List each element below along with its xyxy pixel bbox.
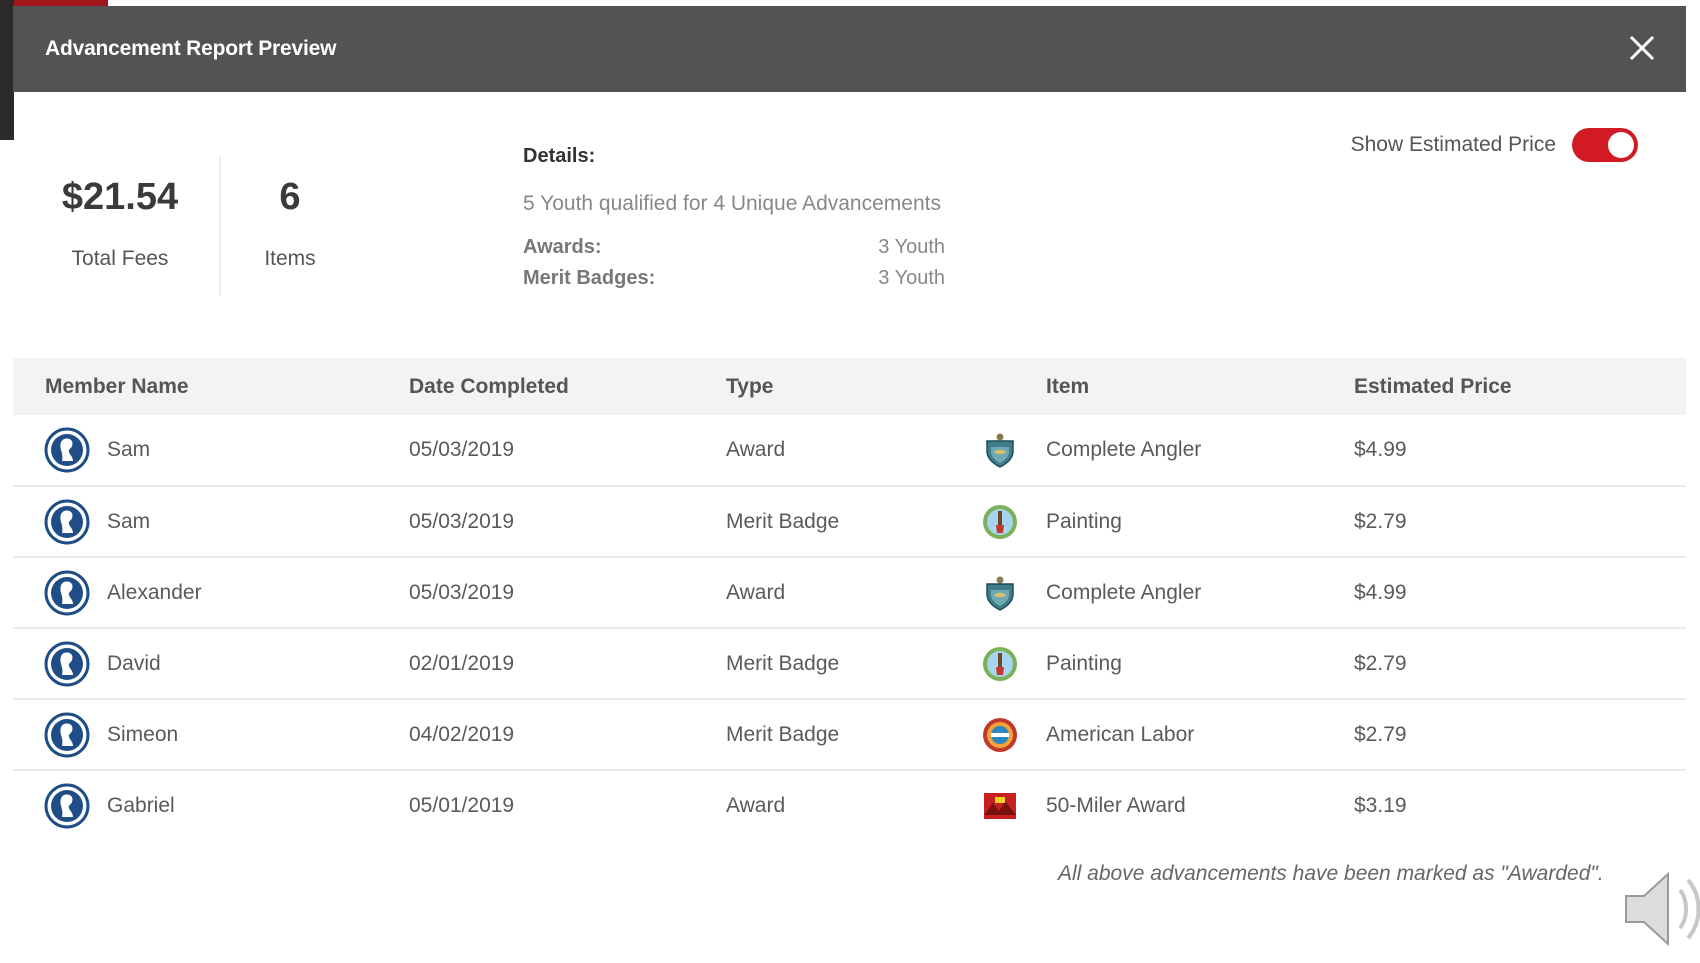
member-cell: Sam bbox=[13, 499, 409, 545]
estimated-price: $4.99 bbox=[1354, 438, 1407, 461]
member-cell: Sam bbox=[13, 427, 409, 473]
member-avatar-icon bbox=[44, 499, 90, 545]
advancement-table: Member Name Date Completed Type Item Est… bbox=[13, 358, 1686, 841]
member-cell: Alexander bbox=[13, 570, 409, 616]
advancement-type: Merit Badge bbox=[726, 651, 840, 675]
estimated-price: $3.19 bbox=[1354, 794, 1407, 817]
estimated-price: $4.99 bbox=[1354, 580, 1407, 604]
items-label: Items bbox=[264, 247, 316, 270]
col-header-estimated-price: Estimated Price bbox=[1354, 374, 1512, 398]
advancement-type: Merit Badge bbox=[726, 509, 840, 533]
date-completed: 02/01/2019 bbox=[409, 651, 515, 675]
items-stat: 6 Items bbox=[240, 176, 340, 271]
total-fees-label: Total Fees bbox=[71, 247, 169, 270]
details-row-label: Merit Badges: bbox=[523, 267, 656, 289]
item-name: 50-Miler Award bbox=[1046, 794, 1186, 817]
modal-title: Advancement Report Preview bbox=[45, 37, 337, 60]
stat-divider bbox=[219, 156, 221, 296]
american-labor-badge-icon bbox=[981, 716, 1019, 754]
item-cell: Painting bbox=[969, 645, 1354, 683]
show-estimated-price-label: Show Estimated Price bbox=[1350, 133, 1556, 156]
member-avatar-icon bbox=[44, 427, 90, 473]
modal-header: Advancement Report Preview bbox=[13, 6, 1686, 92]
member-name: Sam bbox=[107, 509, 151, 533]
member-name: Alexander bbox=[107, 580, 202, 604]
item-cell: 50-Miler Award bbox=[969, 787, 1354, 825]
details-panel: Details: 5 Youth qualified for 4 Unique … bbox=[523, 145, 945, 290]
details-row-value: 3 Youth bbox=[878, 267, 945, 289]
close-icon bbox=[1629, 35, 1655, 61]
toggle-knob bbox=[1608, 132, 1634, 158]
member-avatar-icon bbox=[44, 712, 90, 758]
total-fees-value: $21.54 bbox=[61, 176, 179, 218]
award-shield-icon bbox=[981, 431, 1019, 469]
date-completed: 05/01/2019 bbox=[409, 794, 515, 817]
table-row: Simeon 04/02/2019 Merit Badge American L… bbox=[13, 699, 1686, 770]
item-cell: American Labor bbox=[969, 716, 1354, 754]
col-header-item: Item bbox=[1046, 374, 1090, 398]
item-name: Complete Angler bbox=[1046, 580, 1202, 604]
col-header-type: Type bbox=[726, 374, 774, 398]
details-row-label: Awards: bbox=[523, 236, 602, 258]
estimated-price: $2.79 bbox=[1354, 722, 1407, 746]
date-completed: 04/02/2019 bbox=[409, 722, 515, 746]
member-avatar-icon bbox=[44, 570, 90, 616]
awarded-note: All above advancements have been marked … bbox=[1058, 862, 1604, 885]
fifty-miler-award-icon bbox=[981, 787, 1019, 825]
close-button[interactable] bbox=[1626, 32, 1658, 64]
member-cell: Gabriel bbox=[13, 783, 409, 829]
member-avatar-icon bbox=[44, 783, 90, 829]
col-header-member-name: Member Name bbox=[45, 374, 189, 398]
estimated-price: $2.79 bbox=[1354, 651, 1407, 675]
painting-badge-icon bbox=[981, 503, 1019, 541]
background-edge bbox=[0, 0, 14, 140]
details-row-merit-badges: Merit Badges: 3 Youth bbox=[523, 267, 945, 290]
advancement-type: Merit Badge bbox=[726, 722, 840, 746]
date-completed: 05/03/2019 bbox=[409, 580, 515, 604]
col-header-date-completed: Date Completed bbox=[409, 374, 569, 398]
show-estimated-price-toggle[interactable] bbox=[1572, 128, 1638, 162]
details-row-value: 3 Youth bbox=[878, 236, 945, 258]
date-completed: 05/03/2019 bbox=[409, 509, 515, 533]
item-cell: Painting bbox=[969, 503, 1354, 541]
award-shield-icon bbox=[981, 574, 1019, 612]
table-row: Sam 05/03/2019 Merit Badge Painting $2.7… bbox=[13, 486, 1686, 557]
member-name: Gabriel bbox=[107, 794, 175, 817]
speaker-icon[interactable] bbox=[1622, 864, 1700, 954]
member-name: David bbox=[107, 651, 161, 675]
painting-badge-icon bbox=[981, 645, 1019, 683]
item-name: Complete Angler bbox=[1046, 438, 1202, 461]
show-estimated-price-control: Show Estimated Price bbox=[1351, 128, 1638, 162]
advancement-type: Award bbox=[726, 580, 786, 604]
member-cell: Simeon bbox=[13, 712, 409, 758]
item-cell: Complete Angler bbox=[969, 431, 1354, 469]
total-fees-stat: $21.54 Total Fees bbox=[48, 176, 192, 271]
estimated-price: $2.79 bbox=[1354, 509, 1407, 533]
table-row: Sam 05/03/2019 Award Complete Angler $4.… bbox=[13, 415, 1686, 486]
details-title: Details: bbox=[523, 145, 596, 167]
member-name: Sam bbox=[107, 438, 151, 461]
table-header-row: Member Name Date Completed Type Item Est… bbox=[13, 358, 1686, 415]
details-summary: 5 Youth qualified for 4 Unique Advanceme… bbox=[523, 192, 941, 215]
table-row: David 02/01/2019 Merit Badge Painting $2… bbox=[13, 628, 1686, 699]
date-completed: 05/03/2019 bbox=[409, 438, 515, 461]
item-cell: Complete Angler bbox=[969, 574, 1354, 612]
member-cell: David bbox=[13, 641, 409, 687]
item-name: Painting bbox=[1046, 651, 1122, 675]
items-value: 6 bbox=[279, 176, 301, 218]
table-row: Alexander 05/03/2019 Award Complete Angl… bbox=[13, 557, 1686, 628]
member-name: Simeon bbox=[107, 722, 179, 746]
advancement-type: Award bbox=[726, 794, 786, 817]
table-row: Gabriel 05/01/2019 Award 50-Miler Award … bbox=[13, 770, 1686, 841]
item-name: Painting bbox=[1046, 509, 1122, 533]
item-name: American Labor bbox=[1046, 722, 1195, 746]
details-row-awards: Awards: 3 Youth bbox=[523, 236, 945, 259]
advancement-type: Award bbox=[726, 438, 786, 461]
member-avatar-icon bbox=[44, 641, 90, 687]
